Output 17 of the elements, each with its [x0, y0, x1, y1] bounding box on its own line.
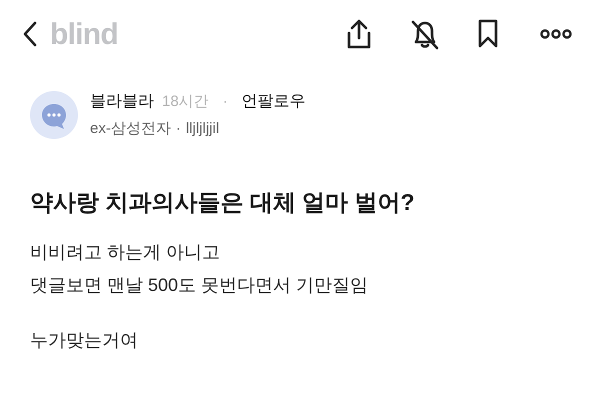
separator: · [222, 92, 228, 112]
body-text: 누가맞는거여 [30, 329, 139, 352]
unfollow-link[interactable]: 언팔로우 [242, 90, 306, 114]
body-text: 비비려고 하는게 아니고 [30, 241, 222, 264]
company-name: ex-삼성전자 [90, 119, 171, 139]
post-time: 18시간 [162, 92, 209, 112]
muted-bell-icon[interactable] [410, 18, 440, 50]
more-icon[interactable] [540, 29, 572, 39]
logo: blind [50, 16, 118, 52]
body-text: 댓글보면 맨날 500도 못번다면서 기만질임 [30, 274, 370, 297]
avatar-icon [30, 91, 78, 140]
back-icon[interactable] [22, 21, 38, 47]
author-name[interactable]: 블라블라 [90, 90, 154, 114]
post-title: 약사랑 치과의사들은 대체 얼마 벌어? [29, 188, 416, 216]
nickname: lljljljjil [186, 119, 220, 139]
separator: · [176, 119, 181, 139]
bookmark-icon[interactable] [476, 18, 500, 50]
